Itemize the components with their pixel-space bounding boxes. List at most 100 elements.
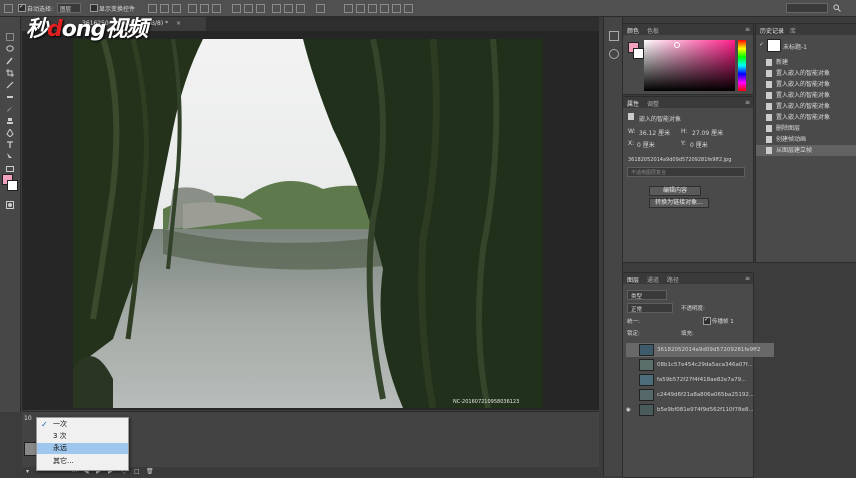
menu-item-once[interactable]: ✓ 一次: [37, 419, 128, 430]
layer-row[interactable]: c2449d6f21a8a806a065ba25192...: [626, 388, 774, 402]
tab-layers[interactable]: 图层: [627, 275, 639, 284]
history-step-icon: [766, 59, 772, 66]
y-value[interactable]: 0 厘米: [690, 140, 708, 149]
new-frame-icon[interactable]: □: [134, 468, 140, 475]
3d-roll-icon[interactable]: [368, 4, 377, 13]
tab-library[interactable]: 库: [790, 26, 796, 35]
edit-contents-button[interactable]: 编辑内容: [649, 186, 701, 196]
quick-select-tool-icon[interactable]: [6, 57, 14, 65]
eyedropper-tool-icon[interactable]: [6, 81, 14, 89]
workspace-dropdown[interactable]: [786, 3, 828, 13]
marquee-tool-icon[interactable]: [6, 33, 14, 41]
tab-color[interactable]: 颜色: [627, 26, 639, 35]
history-item-label: 置入嵌入的智能对象: [776, 92, 831, 99]
history-item[interactable]: 置入嵌入的智能对象: [756, 90, 856, 101]
distribute-middle-icon[interactable]: [244, 4, 253, 13]
history-item[interactable]: 新建: [756, 57, 856, 68]
lasso-tool-icon[interactable]: [6, 45, 14, 53]
search-icon[interactable]: [833, 4, 841, 12]
canvas-photo[interactable]: NC-201607210958036123: [73, 39, 543, 408]
height-value[interactable]: 27.09 厘米: [692, 128, 723, 137]
propagate-frame-checkbox[interactable]: [703, 316, 711, 325]
distribute-center-icon[interactable]: [284, 4, 293, 13]
layer-name: 36182052014a9d09d57209281fe9ff2: [657, 347, 761, 353]
history-item[interactable]: 删除图层: [756, 123, 856, 134]
align-center-icon[interactable]: [200, 4, 209, 13]
properties-panel-icon[interactable]: [609, 49, 619, 59]
color-field[interactable]: [644, 40, 735, 91]
distribute-left-icon[interactable]: [272, 4, 281, 13]
3d-rotate-icon[interactable]: [356, 4, 365, 13]
distribute-top-icon[interactable]: [232, 4, 241, 13]
history-item[interactable]: 从图层建立帧: [756, 145, 856, 156]
x-value[interactable]: 0 厘米: [637, 140, 655, 149]
3d-slide-icon[interactable]: [392, 4, 401, 13]
snapshot-name[interactable]: 未标题-1: [783, 42, 807, 51]
align-bottom-icon[interactable]: [172, 4, 181, 13]
3d-pan-icon[interactable]: [380, 4, 389, 13]
quick-mask-icon[interactable]: [6, 201, 14, 209]
snapshot-brush-icon[interactable]: ✓: [759, 41, 766, 48]
align-top-icon[interactable]: [148, 4, 157, 13]
auto-select-checkbox[interactable]: [18, 3, 26, 12]
layer-row[interactable]: fa59b572f27f4f418ae82e7a79...: [626, 373, 774, 387]
type-tool-icon[interactable]: [6, 141, 14, 149]
pen-tool-icon[interactable]: [6, 129, 14, 137]
layer-thumbnail: [639, 358, 654, 371]
menu-item-label: 永远: [53, 444, 67, 452]
tab-history[interactable]: 历史记录: [760, 26, 784, 35]
layer-comp-dropdown[interactable]: 不适用图层复合: [627, 167, 745, 177]
3d-mode-icon[interactable]: [344, 4, 353, 13]
align-right-icon[interactable]: [212, 4, 221, 13]
menu-item-other[interactable]: 其它...: [37, 456, 128, 467]
layer-row[interactable]: 36182052014a9d09d57209281fe9ff2: [626, 343, 774, 357]
menu-item-forever[interactable]: 永远: [37, 443, 128, 454]
move-tool-icon[interactable]: [4, 4, 13, 13]
path-select-tool-icon[interactable]: [6, 153, 14, 161]
menu-item-three-times[interactable]: 3 次: [37, 431, 128, 442]
tab-swatches[interactable]: 色板: [647, 26, 659, 35]
snapshot-thumbnail[interactable]: [767, 39, 781, 52]
tab-paths[interactable]: 路径: [667, 275, 679, 284]
3d-scale-icon[interactable]: [404, 4, 413, 13]
healing-brush-tool-icon[interactable]: [6, 93, 14, 101]
history-item[interactable]: 置入嵌入的智能对象: [756, 112, 856, 123]
menu-item-label: 其它...: [53, 457, 74, 465]
convert-to-linked-button[interactable]: 转换为链接对象...: [649, 198, 709, 208]
blend-mode-dropdown[interactable]: 正常: [627, 303, 673, 313]
delete-frame-icon[interactable]: 🗑: [146, 468, 154, 475]
color-panel-bg-swatch[interactable]: [633, 48, 644, 59]
lock-label: 锁定:: [627, 331, 640, 337]
brush-tool-icon[interactable]: [6, 105, 14, 113]
crop-tool-icon[interactable]: [6, 69, 14, 77]
history-item[interactable]: 置入嵌入的智能对象: [756, 79, 856, 90]
color-picker-ring[interactable]: [674, 42, 680, 48]
color-panel-menu-icon[interactable]: ≡: [745, 26, 750, 33]
rectangle-tool-icon[interactable]: [6, 165, 14, 173]
distribute-bottom-icon[interactable]: [256, 4, 265, 13]
auto-align-icon[interactable]: [316, 4, 325, 13]
width-value[interactable]: 36.12 厘米: [639, 128, 670, 137]
layer-thumbnail: [639, 403, 654, 416]
history-panel-icon[interactable]: [609, 31, 619, 41]
distribute-right-icon[interactable]: [296, 4, 305, 13]
history-item[interactable]: 创建帧动画: [756, 134, 856, 145]
history-item[interactable]: 置入嵌入的智能对象: [756, 68, 856, 79]
loop-option-icon[interactable]: ▾: [26, 468, 29, 475]
layer-filter-dropdown[interactable]: 类型: [627, 290, 667, 300]
align-middle-icon[interactable]: [160, 4, 169, 13]
layer-row[interactable]: 08b1c57e454c29da5aca346a07f...: [626, 358, 774, 372]
tab-channels[interactable]: 通道: [647, 275, 659, 284]
layer-row[interactable]: ◉ b5e9bf081e974f9d562f110f78e8...: [626, 403, 774, 417]
properties-panel-menu-icon[interactable]: ≡: [745, 99, 750, 106]
align-left-icon[interactable]: [188, 4, 197, 13]
history-item[interactable]: 置入嵌入的智能对象: [756, 101, 856, 112]
layers-panel-menu-icon[interactable]: ≡: [745, 275, 750, 282]
close-icon[interactable]: ×: [176, 20, 181, 27]
tab-adjust[interactable]: 调整: [647, 99, 659, 108]
hue-slider[interactable]: [738, 40, 746, 91]
background-color-swatch[interactable]: [7, 180, 18, 191]
eye-icon[interactable]: ◉: [626, 403, 634, 417]
tab-properties[interactable]: 属性: [627, 99, 639, 108]
stamp-tool-icon[interactable]: [6, 117, 14, 125]
